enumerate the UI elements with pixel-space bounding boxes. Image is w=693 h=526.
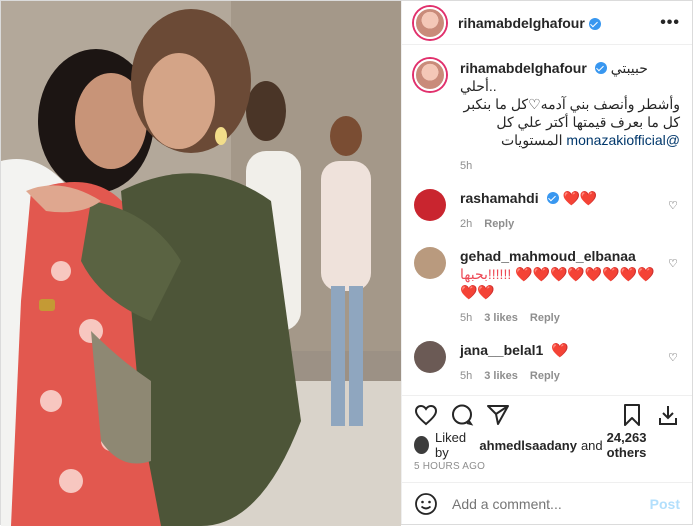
- caption-text-line3: كل ما بعرف قيمتها أكتر علي كل: [496, 114, 680, 130]
- more-options-icon[interactable]: •••: [660, 14, 680, 32]
- comment-text: ❤️❤️: [562, 190, 598, 206]
- like-heart-icon[interactable]: [414, 403, 438, 427]
- comment-text: ❤️: [551, 342, 569, 358]
- like-comment-heart-icon[interactable]: ♡: [668, 351, 680, 364]
- author-username[interactable]: rihamabdelghafour: [458, 15, 585, 31]
- add-comment-bar: Post: [402, 482, 692, 524]
- comment-time[interactable]: 5h: [460, 367, 472, 385]
- comments-list: rihamabdelghafour حبيبتي ..أحلي وأشطر وأ…: [402, 45, 692, 395]
- post-actions: [402, 395, 692, 433]
- post-timestamp: 5 HOURS AGO: [414, 461, 486, 472]
- post-side-panel: rihamabdelghafour ••• rihamabdelghafour …: [401, 1, 692, 524]
- instagram-post: rihamabdelghafour ••• rihamabdelghafour …: [0, 0, 693, 526]
- reply-button[interactable]: Reply: [484, 215, 514, 233]
- photo-illustration: [1, 1, 401, 526]
- comment-likes[interactable]: 3 likes: [484, 367, 518, 385]
- download-icon[interactable]: [656, 403, 680, 427]
- like-comment-heart-icon[interactable]: ♡: [668, 199, 680, 212]
- verified-badge-icon: [594, 62, 607, 74]
- post-header: rihamabdelghafour •••: [402, 1, 692, 45]
- add-comment-input[interactable]: [452, 495, 650, 512]
- post-photo[interactable]: [1, 1, 401, 526]
- commenter-avatar[interactable]: [414, 341, 446, 373]
- reply-button[interactable]: Reply: [530, 309, 560, 327]
- emoji-icon[interactable]: [414, 492, 438, 516]
- caption-text-line4: @monazakiofficial المستويات: [500, 132, 680, 148]
- comment-item: jana__belal1 ❤️ 5h 3 likes Reply ♡: [414, 341, 680, 385]
- share-send-icon[interactable]: [486, 403, 510, 427]
- comment-text: بحبها!!!!!! ❤️❤️❤️❤️❤️❤️❤️❤️❤️❤️: [460, 266, 655, 300]
- author-avatar[interactable]: [414, 6, 446, 39]
- caption: rihamabdelghafour حبيبتي ..أحلي وأشطر وأ…: [414, 59, 680, 175]
- commenter-username[interactable]: jana__belal1: [460, 342, 543, 358]
- comment-bubble-icon[interactable]: [450, 403, 474, 427]
- commenter-username[interactable]: rashamahdi: [460, 190, 539, 206]
- post-comment-button[interactable]: Post: [650, 496, 680, 512]
- liker-username[interactable]: ahmedlsaadany: [479, 438, 577, 453]
- commenter-avatar[interactable]: [414, 247, 446, 279]
- caption-text-line2: وأشطر وأنصف بني آدمه♡كل ما بنكبر: [463, 96, 680, 112]
- commenter-username[interactable]: gehad_mahmoud_elbanaa: [460, 248, 636, 264]
- likes-summary: Liked by ahmedlsaadany and 24,263 others: [402, 430, 692, 460]
- verified-badge-icon: [588, 17, 601, 30]
- save-bookmark-icon[interactable]: [620, 403, 644, 427]
- caption-avatar[interactable]: [414, 59, 446, 91]
- comment-item: rashamahdi ❤️❤️ 2h Reply ♡: [414, 189, 680, 233]
- liker-avatar[interactable]: [414, 436, 430, 454]
- caption-username[interactable]: rihamabdelghafour: [460, 60, 587, 76]
- comment-likes[interactable]: 3 likes: [484, 309, 518, 327]
- mention-link[interactable]: @monazakiofficial: [566, 132, 680, 148]
- comment-item: gehad_mahmoud_elbanaa بحبها!!!!!! ❤️❤️❤️…: [414, 247, 680, 327]
- commenter-avatar[interactable]: [414, 189, 446, 221]
- comment-time[interactable]: 2h: [460, 215, 472, 233]
- verified-badge-icon: [546, 192, 559, 204]
- likes-count[interactable]: 24,263 others: [607, 430, 676, 460]
- caption-time[interactable]: 5h: [460, 157, 472, 175]
- comment-time[interactable]: 5h: [460, 309, 472, 327]
- reply-button[interactable]: Reply: [530, 367, 560, 385]
- like-comment-heart-icon[interactable]: ♡: [668, 257, 680, 270]
